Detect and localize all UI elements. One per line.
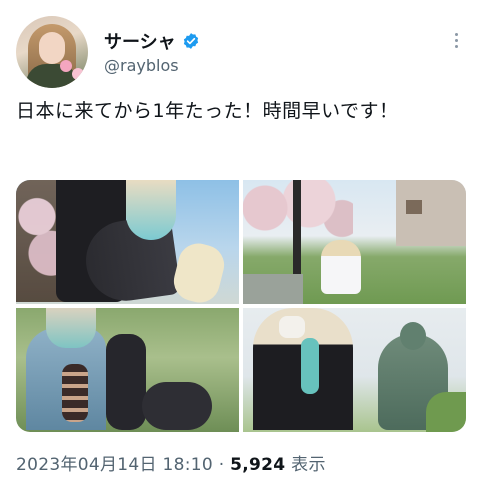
author-name-row: サーシャ [104, 28, 200, 54]
media-grid [16, 180, 466, 432]
photo-3[interactable] [16, 308, 239, 432]
photo-2[interactable] [243, 180, 466, 304]
meta-separator: · [213, 455, 231, 475]
author-handle[interactable]: @rayblos [104, 56, 179, 75]
photo-4[interactable] [243, 308, 466, 432]
more-options-icon[interactable] [446, 30, 466, 50]
views-count[interactable]: 5,924 [230, 455, 285, 475]
author-display-name[interactable]: サーシャ [104, 28, 176, 54]
views-label: 表示 [285, 455, 326, 475]
tweet-meta: 2023年04月14日 18:10 · 5,924 表示 [16, 450, 326, 475]
avatar[interactable] [16, 16, 88, 88]
photo-1[interactable] [16, 180, 239, 304]
tweet-text: 日本に来てから1年たった！時間早いです！ [16, 100, 399, 122]
tweet-header: サーシャ @rayblos [16, 16, 466, 88]
verified-badge-icon [183, 33, 198, 49]
timestamp[interactable]: 2023年04月14日 18:10 [16, 455, 213, 475]
